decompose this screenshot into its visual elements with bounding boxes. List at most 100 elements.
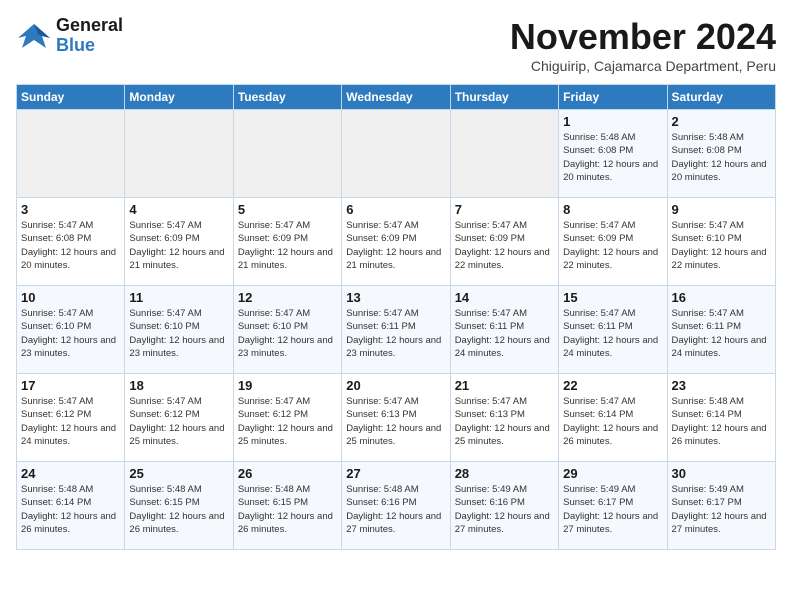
day-number: 27 — [346, 466, 445, 481]
day-number: 4 — [129, 202, 228, 217]
day-info: Sunrise: 5:47 AM Sunset: 6:14 PM Dayligh… — [563, 395, 662, 448]
col-header-friday: Friday — [559, 85, 667, 110]
day-info: Sunrise: 5:47 AM Sunset: 6:11 PM Dayligh… — [672, 307, 771, 360]
calendar-cell: 14 Sunrise: 5:47 AM Sunset: 6:11 PM Dayli… — [450, 286, 558, 374]
calendar-cell: 16 Sunrise: 5:47 AM Sunset: 6:11 PM Dayli… — [667, 286, 775, 374]
calendar-cell: 6Sunrise: 5:47 AM Sunset: 6:09 PM Daylig… — [342, 198, 450, 286]
day-number: 24 — [21, 466, 120, 481]
day-number: 9 — [672, 202, 771, 217]
col-header-monday: Monday — [125, 85, 233, 110]
day-number: 16 — [672, 290, 771, 305]
day-number: 20 — [346, 378, 445, 393]
day-info: Sunrise: 5:47 AM Sunset: 6:10 PM Dayligh… — [129, 307, 228, 360]
calendar-cell: 8 Sunrise: 5:47 AM Sunset: 6:09 PM Daylig… — [559, 198, 667, 286]
calendar-cell: 2 Sunrise: 5:48 AM Sunset: 6:08 PM Daylig… — [667, 110, 775, 198]
calendar-cell: 28 Sunrise: 5:49 AM Sunset: 6:16 PM Dayli… — [450, 462, 558, 550]
calendar-cell — [233, 110, 341, 198]
day-info: Sunrise: 5:47 AM Sunset: 6:13 PM Dayligh… — [346, 395, 445, 448]
logo-icon — [16, 20, 52, 52]
col-header-tuesday: Tuesday — [233, 85, 341, 110]
day-info: Sunrise: 5:47 AM Sunset: 6:13 PM Dayligh… — [455, 395, 554, 448]
day-info: Sunrise: 5:47 AM Sunset: 6:10 PM Dayligh… — [672, 219, 771, 272]
logo-line1: General — [56, 16, 123, 36]
day-info: Sunrise: 5:47 AM Sunset: 6:09 PM Dayligh… — [563, 219, 662, 272]
col-header-sunday: Sunday — [17, 85, 125, 110]
day-number: 6 — [346, 202, 445, 217]
day-info: Sunrise: 5:47 AM Sunset: 6:12 PM Dayligh… — [238, 395, 337, 448]
calendar-cell — [342, 110, 450, 198]
day-info: Sunrise: 5:49 AM Sunset: 6:17 PM Dayligh… — [672, 483, 771, 536]
col-header-wednesday: Wednesday — [342, 85, 450, 110]
calendar-cell: 21 Sunrise: 5:47 AM Sunset: 6:13 PM Dayli… — [450, 374, 558, 462]
day-number: 10 — [21, 290, 120, 305]
col-header-saturday: Saturday — [667, 85, 775, 110]
day-number: 3 — [21, 202, 120, 217]
day-number: 26 — [238, 466, 337, 481]
calendar-cell: 5 Sunrise: 5:47 AM Sunset: 6:09 PM Daylig… — [233, 198, 341, 286]
calendar-cell: 25Sunrise: 5:48 AM Sunset: 6:15 PM Dayli… — [125, 462, 233, 550]
day-info: Sunrise: 5:48 AM Sunset: 6:08 PM Dayligh… — [563, 131, 662, 184]
calendar-cell: 4 Sunrise: 5:47 AM Sunset: 6:09 PM Daylig… — [125, 198, 233, 286]
day-number: 5 — [238, 202, 337, 217]
day-number: 14 — [455, 290, 554, 305]
day-info: Sunrise: 5:47 AM Sunset: 6:09 PM Dayligh… — [129, 219, 228, 272]
calendar-cell: 7 Sunrise: 5:47 AM Sunset: 6:09 PM Daylig… — [450, 198, 558, 286]
day-info: Sunrise: 5:49 AM Sunset: 6:17 PM Dayligh… — [563, 483, 662, 536]
location-subtitle: Chiguirip, Cajamarca Department, Peru — [510, 58, 776, 74]
calendar-week-row: 10 Sunrise: 5:47 AM Sunset: 6:10 PM Dayli… — [17, 286, 776, 374]
day-number: 22 — [563, 378, 662, 393]
day-info: Sunrise: 5:47 AM Sunset: 6:12 PM Dayligh… — [129, 395, 228, 448]
calendar-cell: 17Sunrise: 5:47 AM Sunset: 6:12 PM Dayli… — [17, 374, 125, 462]
calendar-cell: 1 Sunrise: 5:48 AM Sunset: 6:08 PM Daylig… — [559, 110, 667, 198]
day-info: Sunrise: 5:47 AM Sunset: 6:11 PM Dayligh… — [346, 307, 445, 360]
day-number: 28 — [455, 466, 554, 481]
calendar-cell: 26 Sunrise: 5:48 AM Sunset: 6:15 PM Dayli… — [233, 462, 341, 550]
day-number: 21 — [455, 378, 554, 393]
day-info: Sunrise: 5:48 AM Sunset: 6:16 PM Dayligh… — [346, 483, 445, 536]
calendar-cell: 19 Sunrise: 5:47 AM Sunset: 6:12 PM Dayli… — [233, 374, 341, 462]
calendar-cell: 9 Sunrise: 5:47 AM Sunset: 6:10 PM Daylig… — [667, 198, 775, 286]
day-number: 19 — [238, 378, 337, 393]
day-number: 7 — [455, 202, 554, 217]
day-number: 30 — [672, 466, 771, 481]
day-info: Sunrise: 5:49 AM Sunset: 6:16 PM Dayligh… — [455, 483, 554, 536]
calendar-table: SundayMondayTuesdayWednesdayThursdayFrid… — [16, 84, 776, 550]
col-header-thursday: Thursday — [450, 85, 558, 110]
calendar-cell: 10 Sunrise: 5:47 AM Sunset: 6:10 PM Dayli… — [17, 286, 125, 374]
day-number: 8 — [563, 202, 662, 217]
day-info: Sunrise: 5:48 AM Sunset: 6:14 PM Dayligh… — [21, 483, 120, 536]
logo: General Blue — [16, 16, 123, 56]
day-info: Sunrise: 5:47 AM Sunset: 6:11 PM Dayligh… — [563, 307, 662, 360]
calendar-cell: 13 Sunrise: 5:47 AM Sunset: 6:11 PM Dayli… — [342, 286, 450, 374]
title-area: November 2024 Chiguirip, Cajamarca Depar… — [510, 16, 776, 74]
calendar-cell: 30 Sunrise: 5:49 AM Sunset: 6:17 PM Dayli… — [667, 462, 775, 550]
day-info: Sunrise: 5:48 AM Sunset: 6:15 PM Dayligh… — [238, 483, 337, 536]
day-number: 29 — [563, 466, 662, 481]
day-info: Sunrise: 5:47 AM Sunset: 6:10 PM Dayligh… — [238, 307, 337, 360]
calendar-cell: 22 Sunrise: 5:47 AM Sunset: 6:14 PM Dayli… — [559, 374, 667, 462]
day-info: Sunrise: 5:47 AM Sunset: 6:09 PM Dayligh… — [238, 219, 337, 272]
day-number: 11 — [129, 290, 228, 305]
day-info: Sunrise: 5:47 AM Sunset: 6:09 PM Dayligh… — [455, 219, 554, 272]
calendar-header-row: SundayMondayTuesdayWednesdayThursdayFrid… — [17, 85, 776, 110]
day-number: 13 — [346, 290, 445, 305]
day-number: 25 — [129, 466, 228, 481]
day-number: 18 — [129, 378, 228, 393]
day-info: Sunrise: 5:47 AM Sunset: 6:12 PM Dayligh… — [21, 395, 120, 448]
calendar-cell: 15Sunrise: 5:47 AM Sunset: 6:11 PM Dayli… — [559, 286, 667, 374]
calendar-week-row: 3Sunrise: 5:47 AM Sunset: 6:08 PM Daylig… — [17, 198, 776, 286]
day-info: Sunrise: 5:48 AM Sunset: 6:14 PM Dayligh… — [672, 395, 771, 448]
day-number: 2 — [672, 114, 771, 129]
calendar-cell — [450, 110, 558, 198]
calendar-cell — [17, 110, 125, 198]
day-number: 12 — [238, 290, 337, 305]
day-info: Sunrise: 5:47 AM Sunset: 6:11 PM Dayligh… — [455, 307, 554, 360]
calendar-cell: 20 Sunrise: 5:47 AM Sunset: 6:13 PM Dayli… — [342, 374, 450, 462]
day-number: 23 — [672, 378, 771, 393]
day-number: 1 — [563, 114, 662, 129]
day-info: Sunrise: 5:48 AM Sunset: 6:08 PM Dayligh… — [672, 131, 771, 184]
day-info: Sunrise: 5:47 AM Sunset: 6:10 PM Dayligh… — [21, 307, 120, 360]
calendar-week-row: 24 Sunrise: 5:48 AM Sunset: 6:14 PM Dayli… — [17, 462, 776, 550]
calendar-cell — [125, 110, 233, 198]
calendar-cell: 11 Sunrise: 5:47 AM Sunset: 6:10 PM Dayli… — [125, 286, 233, 374]
